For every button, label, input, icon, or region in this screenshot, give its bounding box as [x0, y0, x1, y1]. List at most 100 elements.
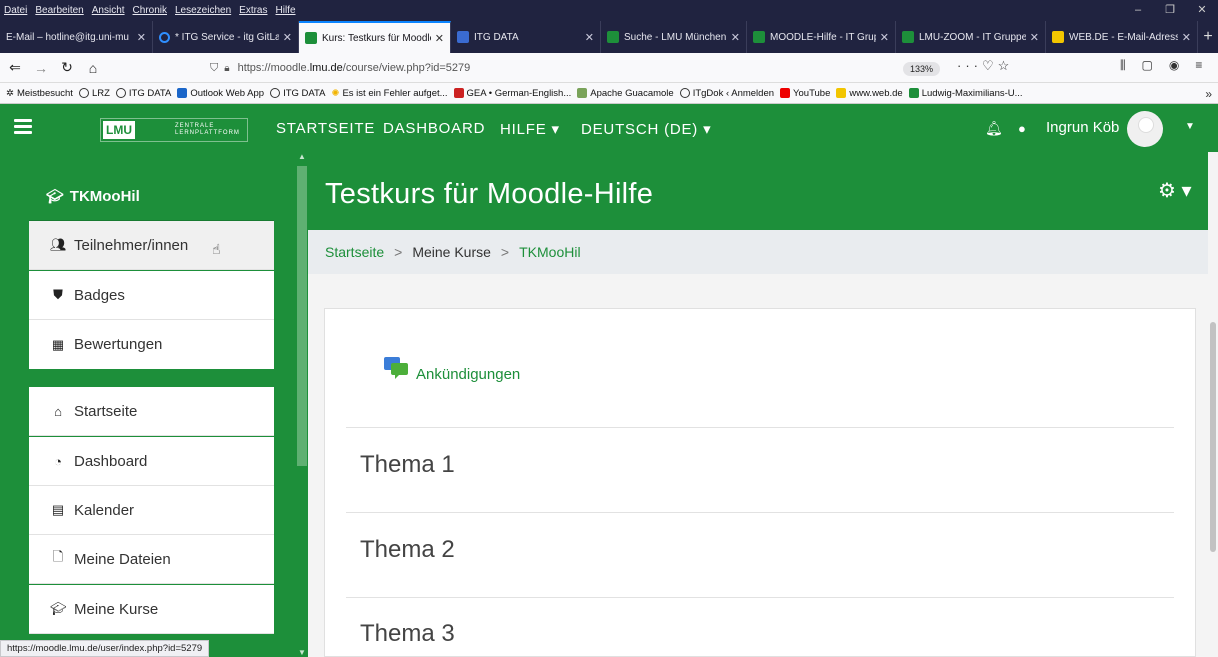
menu-hilfe[interactable]: Hilfe [276, 5, 296, 16]
sidebar-item-label: Meine Kurse [74, 600, 159, 618]
tab-lmu-zoom[interactable]: LMU-ZOOM - IT Gruppe ✕ [896, 21, 1046, 53]
close-tab-icon[interactable]: ✕ [283, 31, 292, 44]
breadcrumb-startseite[interactable]: Startseite [325, 244, 384, 260]
hamburger-menu-icon[interactable]: ≡ [1195, 58, 1202, 73]
nav-dashboard[interactable]: DASHBOARD [383, 120, 485, 137]
tracking-shield-icon[interactable]: ⛉ [210, 62, 218, 75]
menu-extras[interactable]: Extras [239, 5, 267, 16]
tab-moodle-course[interactable]: Kurs: Testkurs für Moodle ✕ [299, 21, 451, 53]
forum-icon[interactable] [384, 357, 408, 379]
nav-startseite[interactable]: STARTSEITE [276, 120, 375, 137]
course-content [324, 308, 1196, 657]
more-actions-icon[interactable]: ··· [957, 58, 982, 73]
menu-ansicht[interactable]: Ansicht [92, 5, 125, 16]
messages-icon[interactable]: ● [1018, 121, 1026, 136]
sidebar-item-meine-dateien[interactable]: 🗋︎ Meine Dateien [29, 535, 274, 584]
minimize-icon[interactable]: – [1122, 0, 1154, 20]
drawer-scrollbar[interactable]: ▲ ▼ [296, 152, 308, 657]
bookmark-fehler[interactable]: ✺ Es ist ein Fehler aufget... [331, 88, 447, 99]
close-tab-icon[interactable]: ✕ [585, 31, 594, 44]
library-icon[interactable]: ⫼ [1120, 58, 1126, 73]
sidebar-item-bewertungen[interactable]: ▦ Bewertungen [29, 320, 274, 369]
bookmark-itg-data-2[interactable]: ITG DATA [270, 88, 325, 99]
notification-bell-icon[interactable]: 🔔︎ [985, 120, 1003, 137]
nav-language-dropdown[interactable]: DEUTSCH (DE) ▾ [581, 120, 711, 138]
drawer-toggle-icon[interactable] [14, 119, 32, 134]
bookmark-youtube[interactable]: YouTube [780, 88, 830, 99]
bookmark-guacamole[interactable]: Apache Guacamole [577, 88, 674, 99]
close-tab-icon[interactable]: ✕ [731, 31, 740, 44]
close-window-icon[interactable]: ✕ [1186, 0, 1218, 20]
user-menu-caret-icon[interactable]: ▼ [1185, 121, 1195, 132]
lmu-favicon-icon [607, 31, 619, 43]
sidebar-item-kalender[interactable]: ▤ Kalender [29, 486, 274, 535]
reload-icon[interactable]: ↻ [56, 59, 78, 76]
menu-datei[interactable]: Datei [4, 5, 27, 16]
lmu-logo[interactable]: LMU ZENTRALE LERNPLATTFORM [100, 118, 248, 142]
sun-icon: ✺ [331, 87, 340, 99]
back-icon[interactable]: ⇐ [4, 59, 26, 76]
close-tab-icon[interactable]: ✕ [435, 32, 444, 45]
bookmark-webde[interactable]: www.web.de [836, 88, 903, 99]
announcements-link[interactable]: Ankündigungen [416, 366, 520, 383]
tab-email[interactable]: E-Mail – hotline@itg.uni-mu ✕ [0, 21, 153, 53]
bookmark-star-icon[interactable]: ☆ [998, 58, 1014, 73]
lock-icon[interactable]: 🔒︎ [224, 63, 229, 74]
restore-icon[interactable]: ❐ [1154, 0, 1186, 20]
page-scrollbar[interactable] [1208, 152, 1218, 657]
sidebar-item-label: Startseite [74, 402, 138, 420]
tab-webde[interactable]: WEB.DE - E-Mail-Adress ✕ [1046, 21, 1198, 53]
scroll-up-icon[interactable]: ▲ [298, 152, 306, 161]
close-tab-icon[interactable]: ✕ [1030, 31, 1039, 44]
tab-gitlab[interactable]: * ITG Service - itg GitLab ✕ [153, 21, 299, 53]
tab-lmu-search[interactable]: Suche - LMU München ✕ [601, 21, 747, 53]
forward-icon[interactable]: → [30, 60, 52, 76]
close-tab-icon[interactable]: ✕ [1182, 31, 1191, 44]
menu-lesezeichen[interactable]: Lesezeichen [175, 5, 231, 16]
page-title: Testkurs für Moodle-Hilfe [325, 178, 654, 210]
nav-hilfe-dropdown[interactable]: HILFE ▾ [500, 120, 560, 138]
scrollbar-thumb[interactable] [297, 166, 307, 466]
bookmark-outlook[interactable]: Outlook Web App [177, 88, 264, 99]
pocket-icon[interactable]: ♡ [982, 58, 998, 73]
home-icon[interactable]: ⌂ [82, 60, 104, 76]
account-icon[interactable]: ◉ [1169, 58, 1179, 73]
sidebar-item-teilnehmer[interactable]: 👥︎ Teilnehmer/innen [29, 221, 274, 270]
sidebar-item-label: Kalender [74, 501, 135, 519]
new-tab-icon[interactable]: + [1198, 20, 1218, 53]
sidebar-course-header[interactable]: 🎓︎ TKMooHil [29, 172, 274, 221]
bookmark-lmu[interactable]: Ludwig-Maximilians-U... [908, 88, 1023, 99]
logo-text: LMU [103, 121, 135, 139]
zoom-indicator[interactable]: 133% [903, 62, 940, 76]
bookmark-lrz[interactable]: LRZ [78, 88, 110, 99]
section-title: Thema 3 [360, 620, 455, 647]
sidebar-toggle-icon[interactable]: ▢ [1142, 58, 1153, 73]
sidebar-item-badges[interactable]: ⛊ Badges [29, 271, 274, 320]
tab-itg-data[interactable]: ITG DATA ✕ [451, 21, 601, 53]
sidebar-item-startseite[interactable]: ⌂ Startseite [29, 387, 274, 436]
tab-list: E-Mail – hotline@itg.uni-mu ✕ * ITG Servi… [0, 21, 1198, 53]
avatar[interactable] [1127, 111, 1163, 147]
tab-moodle-hilfe[interactable]: MOODLE-Hilfe - IT Grup ✕ [747, 21, 896, 53]
globe-icon [679, 88, 690, 98]
bookmark-meistbesucht[interactable]: ✲ Meistbesucht [6, 88, 73, 99]
bookmark-itgdok[interactable]: ITgDok ‹ Anmelden [679, 88, 774, 99]
close-tab-icon[interactable]: ✕ [137, 31, 146, 44]
menu-bearbeiten[interactable]: Bearbeiten [35, 5, 83, 16]
breadcrumb: Startseite > Meine Kurse > TKMooHil [308, 230, 1218, 274]
bookmark-gea[interactable]: GEA • German-English... [453, 88, 571, 99]
user-name[interactable]: Ingrun Köb [1046, 119, 1119, 136]
page-actions: ···♡☆ [957, 58, 1013, 74]
menu-chronik[interactable]: Chronik [133, 5, 167, 16]
close-tab-icon[interactable]: ✕ [880, 31, 889, 44]
sidebar-item-meine-kurse[interactable]: 🎓︎ Meine Kurse [29, 585, 274, 634]
bookmarks-overflow-icon[interactable]: » [1205, 87, 1212, 101]
gear-icon[interactable]: ⚙︎ ▾ [1158, 178, 1192, 203]
bookmark-itg-data[interactable]: ITG DATA [115, 88, 171, 99]
globe-icon [270, 88, 281, 98]
sidebar-item-dashboard[interactable]: ◔ Dashboard [29, 437, 274, 486]
breadcrumb-course[interactable]: TKMooHil [519, 244, 580, 260]
scroll-down-icon[interactable]: ▼ [298, 648, 306, 657]
status-bar-url: https://moodle.lmu.de/user/index.php?id=… [0, 640, 210, 657]
scrollbar-thumb[interactable] [1210, 322, 1216, 552]
